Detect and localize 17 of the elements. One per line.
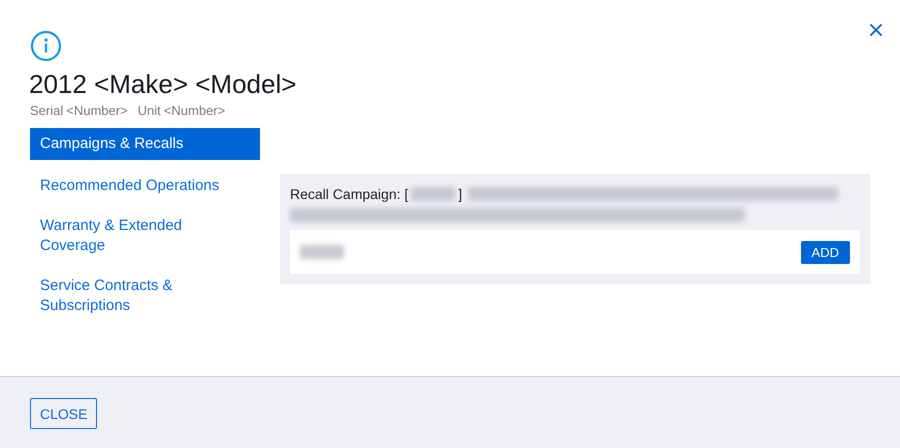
blurred-text [300, 245, 344, 259]
close-button[interactable]: CLOSE [30, 398, 98, 429]
vehicle-title: 2012 <Make> <Model> [29, 68, 298, 100]
blurred-text [411, 187, 456, 201]
unit-value: <Number> [164, 103, 226, 118]
sidebar-tab[interactable]: Recommended Operations [30, 168, 260, 204]
bracket-text: ] [458, 185, 462, 204]
info-icon [30, 30, 62, 62]
serial-label: Serial [30, 103, 64, 118]
sidebar-tab[interactable]: Service Contracts & Subscriptions [30, 268, 260, 324]
sidebar-tab[interactable]: Warranty & Extended Coverage [30, 208, 260, 264]
close-icon[interactable] [868, 22, 884, 38]
add-button[interactable]: ADD [800, 240, 850, 264]
unit-label: Unit [138, 103, 161, 118]
sidebar-tab[interactable]: Campaigns & Recalls [30, 128, 260, 160]
recall-label: Recall Campaign: [ [290, 185, 408, 204]
serial-value: <Number> [66, 103, 128, 118]
